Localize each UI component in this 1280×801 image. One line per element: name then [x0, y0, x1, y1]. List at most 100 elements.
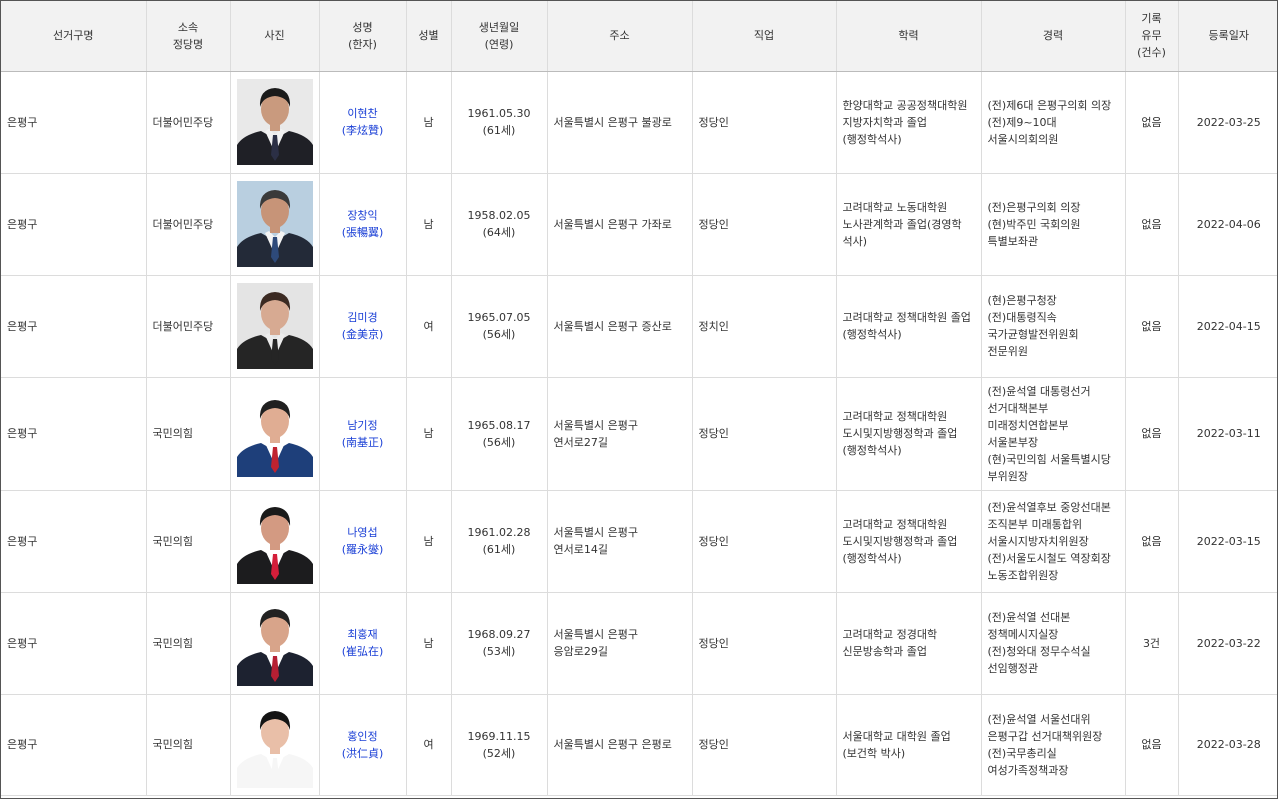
age-text: (56세) — [482, 328, 516, 341]
cell-address: 서울특별시 은평구 연서로27길 — [547, 377, 693, 491]
cell-name: 이현찬 (李炫贊) — [319, 71, 407, 174]
cell-education: 고려대학교 정책대학원 도시및지방행정학과 졸업 (행정학석사) — [836, 490, 982, 593]
header-address: 주소 — [547, 1, 693, 72]
gender-text: 남 — [423, 636, 434, 650]
date-text: 2022-03-11 — [1196, 427, 1261, 440]
cell-party: 더불어민주당 — [146, 275, 231, 378]
address-text: 서울특별시 은평구 은평로 — [553, 738, 672, 751]
cell-gender: 여 — [406, 275, 452, 378]
table-row: 은평구 국민의힘 남기정 (南基正) 남 1965.08.17 (56세) 서울특… — [1, 377, 1277, 491]
cell-district: 은평구 — [1, 71, 147, 174]
district-text: 은평구 — [7, 636, 38, 650]
job-text: 정당인 — [698, 534, 729, 548]
header-birth: 생년월일 (연령) — [451, 1, 548, 72]
cell-date: 2022-03-15 — [1178, 490, 1277, 593]
candidate-name-link[interactable]: 남기정 — [347, 419, 377, 432]
cell-record: 3건 — [1125, 592, 1179, 695]
candidate-name-link[interactable]: 김미경 — [347, 311, 377, 324]
candidate-hanja-link[interactable]: (羅永燮) — [342, 543, 384, 556]
cell-district: 은평구 — [1, 490, 147, 593]
cell-education: 고려대학교 노동대학원 노사관계학과 졸업(경영학 석사) — [836, 173, 982, 276]
cell-party: 국민의힘 — [146, 592, 231, 695]
district-text: 은평구 — [7, 217, 38, 231]
cell-name: 남기정 (南基正) — [319, 377, 407, 491]
cell-name: 최홍재 (崔弘在) — [319, 592, 407, 695]
candidate-hanja-link[interactable]: (洪仁貞) — [342, 747, 384, 760]
candidate-hanja-link[interactable]: (南基正) — [342, 436, 384, 449]
candidate-name-link[interactable]: 최홍재 — [347, 628, 377, 641]
cell-career: (전)윤석열 서울선대위 은평구갑 선거대책위원장 (전)국무총리실 여성가족정… — [981, 694, 1126, 796]
cell-address: 서울특별시 은평구 은평로 — [547, 694, 693, 796]
cell-birth: 1965.07.05 (56세) — [451, 275, 548, 378]
district-text: 은평구 — [7, 534, 38, 548]
cell-party: 국민의힘 — [146, 490, 231, 593]
cell-gender: 남 — [406, 592, 452, 695]
candidate-hanja-link[interactable]: (崔弘在) — [342, 645, 384, 658]
cell-photo — [230, 377, 320, 491]
party-text: 국민의힘 — [152, 534, 193, 548]
cell-job: 정당인 — [692, 592, 837, 695]
candidate-name-link[interactable]: 나영섭 — [347, 526, 377, 539]
candidate-hanja-link[interactable]: (張暢翼) — [342, 226, 384, 239]
record-text: 없음 — [1141, 534, 1162, 548]
cell-photo — [230, 490, 320, 593]
cell-photo — [230, 694, 320, 796]
party-text: 더불어민주당 — [152, 319, 214, 333]
cell-record: 없음 — [1125, 694, 1179, 796]
cell-career: (전)제6대 은평구의회 의장 (전)제9~10대 서울시의회의원 — [981, 71, 1126, 174]
header-label: 기록 유무 (건수) — [1137, 12, 1166, 60]
candidate-name-link[interactable]: 장창익 — [347, 209, 377, 222]
cell-photo — [230, 173, 320, 276]
gender-text: 여 — [423, 738, 434, 751]
cell-birth: 1961.05.30 (61세) — [451, 71, 548, 174]
header-label: 성별 — [418, 29, 439, 43]
education-text: 고려대학교 정책대학원 도시및지방행정학과 졸업 (행정학석사) — [842, 410, 958, 457]
candidate-photo — [236, 283, 313, 369]
candidate-name-link[interactable]: 이현찬 — [347, 107, 377, 120]
cell-date: 2022-03-11 — [1178, 377, 1277, 491]
cell-gender: 남 — [406, 71, 452, 174]
header-label: 선거구명 — [53, 29, 94, 43]
date-text: 2022-03-28 — [1196, 738, 1261, 751]
cell-education: 고려대학교 정경대학 신문방송학과 졸업 — [836, 592, 982, 695]
record-text: 없음 — [1141, 115, 1162, 129]
party-text: 국민의힘 — [152, 738, 193, 751]
cell-birth: 1958.02.05 (64세) — [451, 173, 548, 276]
district-text: 은평구 — [7, 319, 38, 333]
candidate-hanja-link[interactable]: (金美京) — [342, 328, 384, 341]
job-text: 정당인 — [698, 217, 729, 231]
cell-education: 고려대학교 정책대학원 도시및지방행정학과 졸업 (행정학석사) — [836, 377, 982, 491]
cell-job: 정당인 — [692, 377, 837, 491]
cell-name: 홍인정 (洪仁貞) — [319, 694, 407, 796]
gender-text: 여 — [423, 319, 434, 333]
cell-career: (전)윤석열 선대본 정책메시지실장 (전)청와대 정무수석실 선임행정관 — [981, 592, 1126, 695]
education-text: 고려대학교 정책대학원 도시및지방행정학과 졸업 (행정학석사) — [842, 517, 958, 565]
cell-gender: 여 — [406, 694, 452, 796]
header-name: 성명 (한자) — [319, 1, 407, 72]
cell-party: 더불어민주당 — [146, 71, 231, 174]
candidate-table-frame: 선거구명 소속 정당명 사진 성명 (한자) 성별 생년월일 (연령) 주소 직… — [0, 0, 1278, 799]
candidate-name-link[interactable]: 홍인정 — [347, 730, 377, 743]
birth-text: 1969.11.15 — [467, 729, 531, 743]
record-text: 3건 — [1142, 636, 1161, 650]
cell-gender: 남 — [406, 173, 452, 276]
birth-text: 1958.02.05 — [467, 209, 531, 222]
cell-address: 서울특별시 은평구 응암로29길 — [547, 592, 693, 695]
header-label: 경력 — [1042, 29, 1064, 43]
gender-text: 남 — [423, 534, 434, 548]
candidate-photo — [236, 600, 313, 686]
table-row: 은평구 국민의힘 홍인정 (洪仁貞) 여 1969.11.15 (52세) 서울특… — [1, 694, 1277, 796]
cell-district: 은평구 — [1, 173, 147, 276]
cell-gender: 남 — [406, 377, 452, 491]
cell-name: 김미경 (金美京) — [319, 275, 407, 378]
birth-text: 1961.02.28 — [467, 526, 531, 539]
cell-birth: 1965.08.17 (56세) — [451, 377, 548, 491]
gender-text: 남 — [423, 427, 434, 440]
age-text: (52세) — [482, 746, 516, 760]
career-text: (전)제6대 은평구의회 의장 (전)제9~10대 서울시의회의원 — [987, 98, 1112, 146]
candidate-hanja-link[interactable]: (李炫贊) — [342, 124, 384, 137]
job-text: 정당인 — [698, 427, 729, 440]
job-text: 정당인 — [698, 738, 729, 751]
address-text: 서울특별시 은평구 응암로29길 — [553, 628, 638, 658]
job-text: 정당인 — [698, 636, 729, 650]
